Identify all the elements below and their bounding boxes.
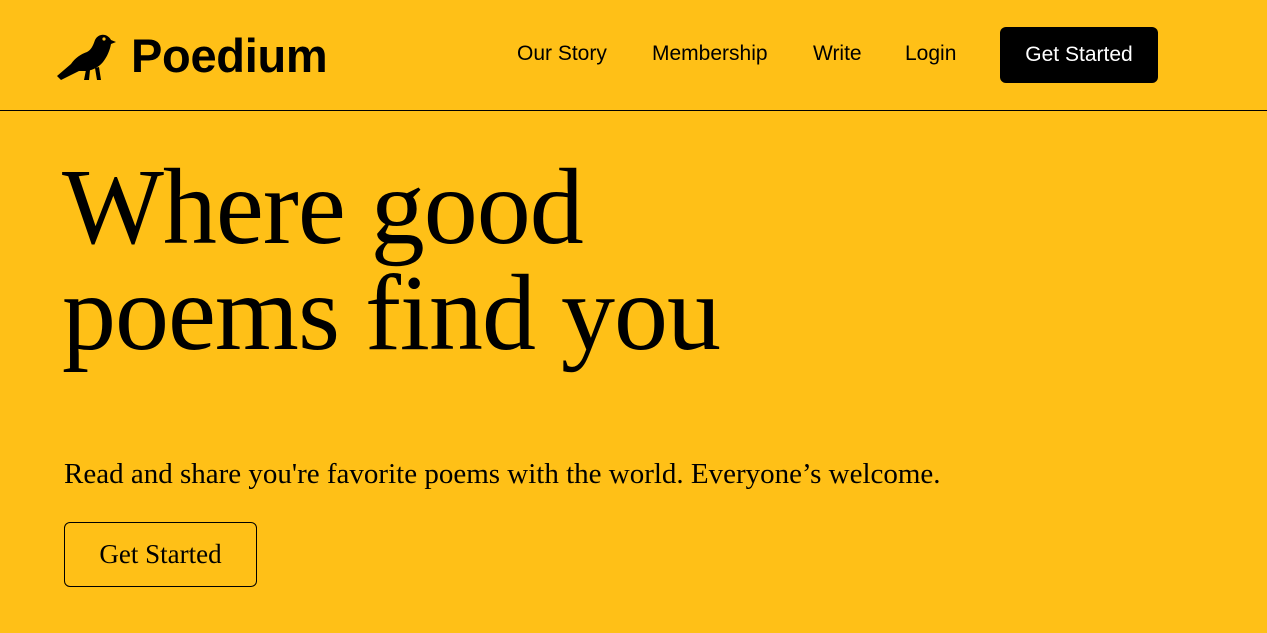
hero-get-started-button[interactable]: Get Started — [64, 522, 257, 587]
nav-write[interactable]: Write — [813, 41, 862, 67]
nav-our-story[interactable]: Our Story — [517, 41, 607, 67]
hero-title: Where good poems find you — [62, 148, 721, 373]
header-get-started-button[interactable]: Get Started — [1000, 27, 1158, 83]
hero-title-line-2: poems find you — [62, 254, 721, 373]
site-header: Poedium Our Story Membership Write Login… — [0, 0, 1267, 111]
nav-login[interactable]: Login — [905, 41, 956, 67]
hero-subtitle: Read and share you're favorite poems wit… — [64, 458, 941, 490]
hero-title-line-1: Where good — [62, 148, 584, 267]
nav-membership[interactable]: Membership — [652, 41, 768, 67]
